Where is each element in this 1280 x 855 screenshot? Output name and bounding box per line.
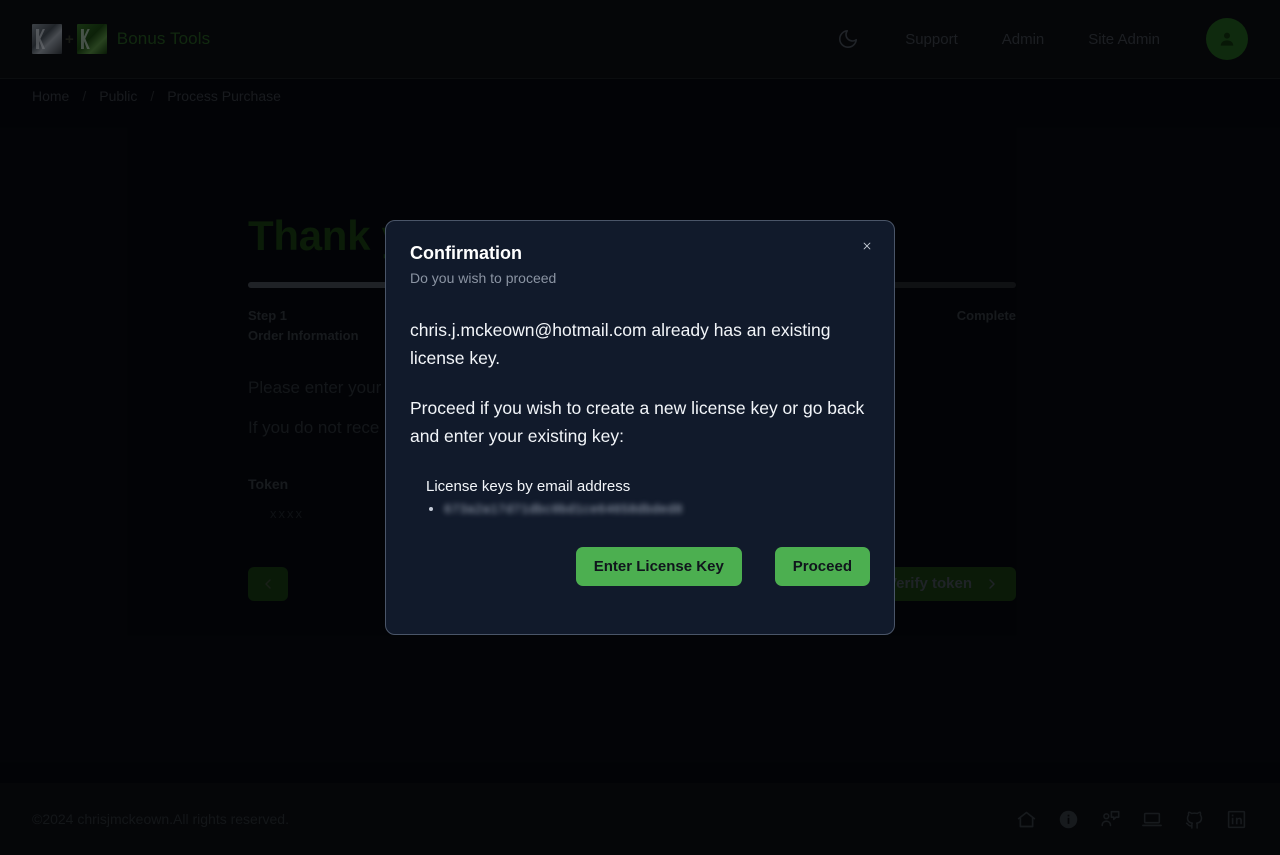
proceed-button[interactable]: Proceed: [774, 547, 870, 586]
modal-paragraph-2: Proceed if you wish to create a new lice…: [410, 398, 865, 446]
close-icon[interactable]: [856, 235, 878, 257]
modal-actions: Enter License Key Proceed: [410, 547, 870, 614]
enter-license-key-button[interactable]: Enter License Key: [575, 547, 742, 586]
license-keys-list: 673a2a17d71dbc0bd1ce64658dbded8: [426, 498, 870, 520]
list-item: 673a2a17d71dbc0bd1ce64658dbded8: [444, 498, 870, 520]
modal-title: Confirmation: [410, 243, 522, 263]
confirmation-modal: Confirmation Do you wish to proceed chri…: [385, 220, 895, 635]
modal-paragraph-1: chris.j.mckeown@hotmail.com already has …: [410, 320, 831, 368]
modal-subtitle: Do you wish to proceed: [410, 270, 557, 286]
license-keys-heading: License keys by email address: [426, 478, 631, 495]
license-key-value: 673a2a17d71dbc0bd1ce64658dbded8: [444, 503, 683, 517]
page-root: + Bonus Tools Support Admin Site Admin H…: [0, 0, 1280, 855]
